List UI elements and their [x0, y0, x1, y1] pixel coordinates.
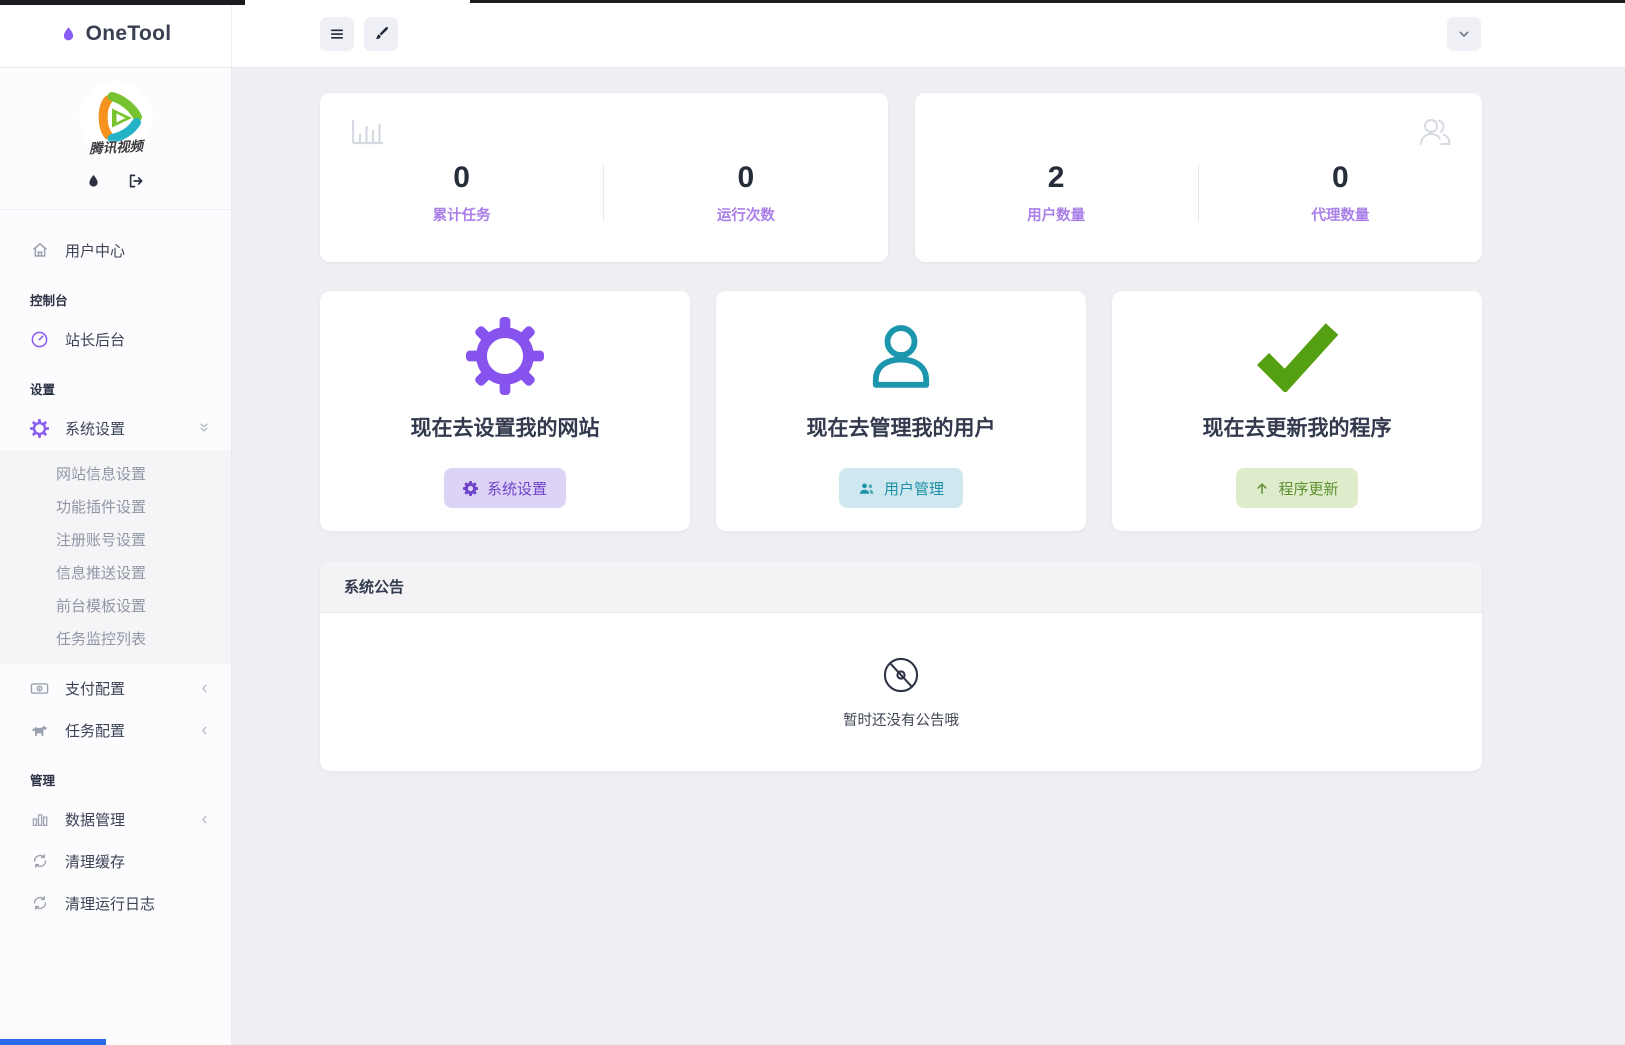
drop-logo-icon — [60, 24, 77, 44]
hamburger-icon — [328, 25, 346, 43]
topbar: OneTool — [0, 0, 1625, 68]
chevron-left-icon — [198, 813, 211, 826]
sidebar-heading-manage: 管理 — [0, 770, 231, 789]
tachometer-icon — [30, 330, 49, 349]
system-settings-button[interactable]: 系统设置 — [444, 468, 566, 508]
collapse-header-button[interactable] — [1447, 17, 1481, 51]
submenu-item-plugins[interactable]: 功能插件设置 — [0, 491, 231, 524]
dog-icon — [30, 721, 49, 740]
sidebar-item-data-manage[interactable]: 数据管理 — [0, 799, 231, 839]
arrow-up-icon — [1255, 481, 1269, 496]
sidebar-item-label: 系统设置 — [65, 418, 125, 439]
avatar: 腾讯视频 — [78, 80, 154, 156]
tint-icon[interactable] — [86, 172, 101, 190]
button-label: 程序更新 — [1278, 478, 1338, 499]
stat-agent-count: 0 代理数量 — [1199, 161, 1482, 225]
submenu-item-template[interactable]: 前台模板设置 — [0, 590, 231, 623]
user-outline-icon — [865, 314, 937, 398]
sidebar-heading-console: 控制台 — [0, 290, 231, 309]
system-settings-submenu: 网站信息设置 功能插件设置 注册账号设置 信息推送设置 前台模板设置 任务监控列… — [0, 450, 231, 664]
stat-total-tasks: 0 累计任务 — [320, 161, 603, 225]
stat-run-count: 0 运行次数 — [604, 161, 887, 225]
sidebar-item-label: 清理缓存 — [65, 851, 125, 872]
action-title: 现在去设置我的网站 — [411, 412, 600, 442]
bottom-edge-bar — [0, 1039, 106, 1045]
announcement-header: 系统公告 — [320, 561, 1482, 613]
paintbrush-icon — [373, 25, 390, 42]
announcement-empty-text: 暂时还没有公告哦 — [843, 709, 959, 730]
stat-value: 0 — [604, 161, 887, 195]
action-title: 现在去更新我的程序 — [1203, 412, 1392, 442]
sidebar-item-label: 数据管理 — [65, 809, 125, 830]
stat-value: 0 — [1199, 161, 1482, 195]
theme-brush-button[interactable] — [364, 17, 398, 51]
button-label: 用户管理 — [884, 478, 944, 499]
money-bill-icon — [30, 679, 49, 698]
stat-label: 运行次数 — [604, 204, 887, 225]
users-icon — [858, 481, 875, 496]
sidebar-item-system-settings[interactable]: 系统设置 — [0, 408, 231, 448]
sidebar: 腾讯视频 用户中心 控制台 站长后台 设置 — [0, 68, 232, 1045]
bar-chart-icon — [30, 810, 49, 828]
users-outline-icon — [1416, 115, 1454, 149]
profile-block: 腾讯视频 — [0, 68, 231, 210]
sidebar-item-clear-run-logs[interactable]: 清理运行日志 — [0, 883, 231, 923]
stat-user-count: 2 用户数量 — [915, 161, 1198, 225]
main-content: 0 累计任务 0 运行次数 2 用户数量 — [320, 93, 1482, 771]
stat-label: 累计任务 — [320, 204, 603, 225]
button-label: 系统设置 — [487, 478, 547, 499]
sidebar-item-label: 清理运行日志 — [65, 893, 155, 914]
sidebar-item-payment[interactable]: 支付配置 — [0, 668, 231, 708]
double-chevron-down-icon — [197, 421, 211, 435]
chart-column-icon — [350, 117, 386, 149]
brand: OneTool — [0, 0, 232, 67]
sidebar-toggle-button[interactable] — [320, 17, 354, 51]
submenu-item-push[interactable]: 信息推送设置 — [0, 557, 231, 590]
submenu-item-site-info[interactable]: 网站信息设置 — [0, 458, 231, 491]
program-update-button[interactable]: 程序更新 — [1236, 468, 1357, 508]
sidebar-item-label: 支付配置 — [65, 678, 125, 699]
manage-users-card: 现在去管理我的用户 用户管理 — [716, 291, 1086, 531]
users-stat-card: 2 用户数量 0 代理数量 — [915, 93, 1483, 262]
sidebar-item-task-config[interactable]: 任务配置 — [0, 710, 231, 750]
gear-icon — [463, 481, 478, 496]
user-manage-button[interactable]: 用户管理 — [839, 468, 963, 508]
brand-name: OneTool — [86, 22, 172, 46]
submenu-item-task-monitor[interactable]: 任务监控列表 — [0, 623, 231, 656]
stat-value: 0 — [320, 161, 603, 195]
submenu-item-register[interactable]: 注册账号设置 — [0, 524, 231, 557]
refresh-icon — [30, 894, 49, 912]
sidebar-item-user-center[interactable]: 用户中心 — [0, 230, 231, 270]
sidebar-item-label: 站长后台 — [65, 329, 125, 350]
sidebar-item-webmaster[interactable]: 站长后台 — [0, 319, 231, 359]
sidebar-heading-settings: 设置 — [0, 379, 231, 398]
home-icon — [30, 241, 49, 259]
gear-outline-icon — [466, 314, 544, 398]
stat-label: 代理数量 — [1199, 204, 1482, 225]
setup-site-card: 现在去设置我的网站 — [320, 291, 690, 531]
stat-value: 2 — [915, 161, 1198, 195]
announcement-title: 系统公告 — [344, 576, 404, 597]
gear-icon — [30, 419, 49, 438]
sidebar-item-label: 任务配置 — [65, 720, 125, 741]
announcement-body: 暂时还没有公告哦 — [320, 613, 1482, 771]
stat-label: 用户数量 — [915, 204, 1198, 225]
update-program-card: 现在去更新我的程序 程序更新 — [1112, 291, 1482, 531]
action-title: 现在去管理我的用户 — [807, 412, 996, 442]
chevron-left-icon — [198, 682, 211, 695]
top-edge-bar-right — [470, 0, 1625, 3]
sidebar-item-clear-cache[interactable]: 清理缓存 — [0, 841, 231, 881]
compact-disc-icon — [880, 654, 922, 696]
chevron-left-icon — [198, 724, 211, 737]
refresh-icon — [30, 852, 49, 870]
check-icon — [1254, 314, 1340, 398]
top-edge-bar-left — [0, 0, 245, 5]
sign-out-icon[interactable] — [127, 172, 145, 190]
sidebar-item-label: 用户中心 — [65, 240, 125, 261]
chevron-down-icon — [1456, 26, 1472, 42]
tasks-stat-card: 0 累计任务 0 运行次数 — [320, 93, 888, 262]
announcement-panel: 系统公告 暂时还没有公告哦 — [320, 561, 1482, 771]
